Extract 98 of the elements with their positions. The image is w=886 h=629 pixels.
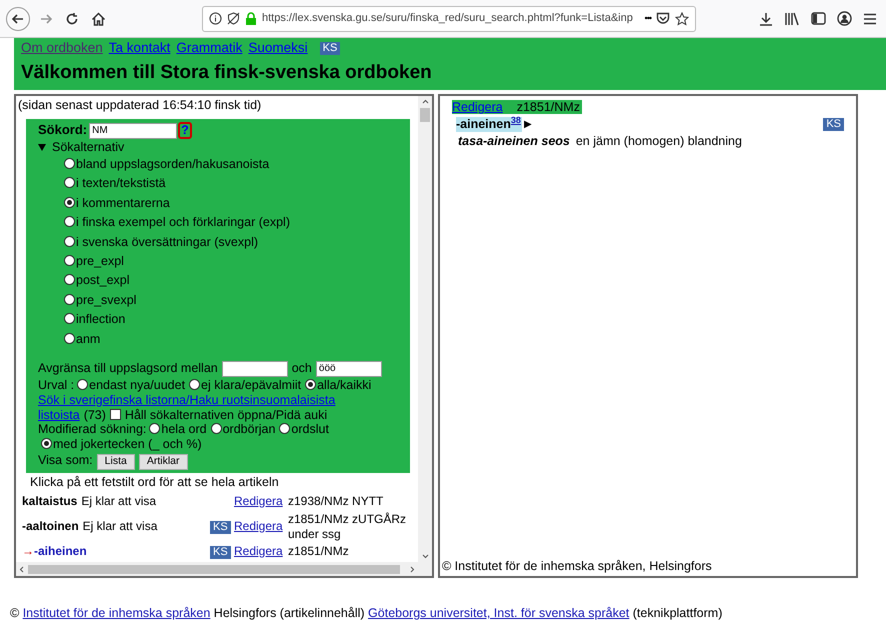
more-actions-icon[interactable]: ••• — [644, 12, 651, 26]
scroll-right-icon[interactable] — [410, 566, 415, 572]
expand-triangle-icon[interactable]: ▶ — [524, 116, 532, 132]
entry-code: z1851/NMz — [516, 100, 580, 114]
footer-text: (teknikplattform) — [632, 606, 722, 620]
instruction-text: Klicka på ett fetstilt ord för att se hela artikeln — [30, 474, 280, 490]
address-bar[interactable]: https://lex.svenska.gu.se/suru/finska_red/suru_search.phtml?funk=Lista&inp ••• — [202, 6, 696, 32]
footer-link[interactable]: Göteborgs universitet, Inst. för svenska språket — [368, 606, 630, 620]
footer-link[interactable]: Institutet för de inhemska språken — [22, 606, 210, 620]
vertical-scrollbar[interactable] — [418, 96, 432, 562]
range-from-field[interactable] — [222, 360, 288, 377]
search-field[interactable]: NM — [89, 122, 178, 139]
option-label: post_expl — [76, 273, 130, 288]
back-icon[interactable] — [6, 6, 30, 30]
entry-info: z1851/NMz — [288, 544, 350, 560]
radio-button[interactable] — [41, 438, 52, 450]
translation-text: en jämn (homogen) blandning — [576, 134, 742, 148]
radio-button[interactable] — [64, 274, 75, 286]
headword: -aineinen$^{38}$ — [456, 116, 522, 132]
option-label: anm — [76, 332, 100, 346]
scroll-left-icon[interactable] — [19, 566, 24, 572]
edit-link[interactable]: Redigera — [234, 519, 283, 534]
radio-button[interactable] — [149, 423, 160, 434]
scroll-down-icon[interactable] — [422, 554, 428, 559]
option-label: inflection — [76, 312, 126, 326]
range-label: Avgränsa till uppslagsord mellan — [38, 361, 218, 376]
selection-label: Urval : — [38, 378, 74, 392]
option-label: ej klara/epävalmiit — [201, 378, 302, 392]
show-as-label: Visa som: — [38, 453, 93, 468]
footer-text: © — [10, 606, 20, 620]
url-text: https://lex.svenska.gu.se/suru/finska_red/suru_search.phtml?funk=Lista&inp — [262, 11, 633, 26]
radio-button[interactable] — [64, 196, 75, 208]
homonym-number-link[interactable]: 38 — [510, 115, 521, 126]
range-and-label: och — [292, 361, 312, 376]
entry-info: z1938/NMz NYTT — [288, 494, 384, 510]
headword-link[interactable]: -aaltoinen — [22, 519, 79, 534]
modified-search-label: Modifierad sökning: — [38, 422, 146, 436]
radio-button[interactable] — [210, 423, 222, 434]
option-label: i finska exempel och förklaringar (expl) — [76, 215, 290, 230]
range-to-field[interactable]: ööö — [316, 360, 382, 377]
option-label: ordbörjan — [222, 422, 276, 436]
option-label: bland uppslagsorden/hakusanoista — [76, 157, 270, 171]
ks-badge: KS — [823, 118, 844, 131]
option-label: i texten/tekstistä — [76, 176, 166, 190]
radio-button[interactable] — [64, 332, 75, 344]
footer-text: Helsingfors (artikelinnehåll) — [214, 606, 365, 620]
option-label: i svenska översättningar (svexpl) — [76, 234, 258, 249]
headword-link[interactable]: -aiheinen — [34, 544, 87, 560]
page-title: Välkommen till Stora finsk-svenska ordboken — [21, 61, 433, 85]
option-label: pre_svexpl — [76, 292, 136, 307]
edit-link[interactable]: Redigera — [234, 494, 283, 508]
radio-button[interactable] — [77, 379, 88, 390]
list-count: (73) — [84, 408, 106, 422]
option-label: pre_expl — [76, 254, 124, 268]
nav-link-text[interactable]: Om ordboken — [21, 39, 103, 57]
option-label: alla/kaikki — [317, 378, 372, 392]
star-icon[interactable] — [675, 12, 689, 26]
radio-button[interactable] — [64, 216, 75, 228]
tracking-protection-icon[interactable] — [227, 12, 240, 25]
pointer-arrow-icon: → — [22, 544, 34, 560]
radio-button[interactable] — [64, 158, 75, 169]
info-icon[interactable] — [209, 12, 222, 25]
search-label: Sökord: — [38, 122, 88, 137]
radio-button[interactable] — [64, 236, 75, 247]
ks-badge: KS — [210, 521, 231, 534]
option-label: ordslut — [291, 422, 329, 436]
radio-button[interactable] — [305, 379, 316, 390]
option-label: i kommentarerna — [76, 196, 170, 210]
radio-button[interactable] — [64, 255, 75, 266]
status-text: Ej klar att visa — [81, 494, 156, 510]
ks-badge: KS — [210, 546, 231, 560]
status-text: Ej klar att visa — [82, 519, 158, 534]
pocket-icon[interactable] — [656, 12, 670, 25]
show-as-button[interactable]: Lista — [96, 454, 135, 470]
radio-button[interactable] — [279, 423, 290, 434]
option-label: hela ord — [161, 422, 207, 436]
option-label: med jokertecken (_ och %) — [53, 437, 202, 452]
scroll-up-icon[interactable] — [422, 99, 428, 104]
checkbox-label: Håll sökalternativen öppna/Pidä auki — [124, 408, 328, 422]
example-phrase: tasa-aineinen seos — [458, 134, 570, 148]
radio-button[interactable] — [64, 313, 75, 324]
option-label: endast nya/uudet — [89, 378, 186, 392]
copyright-text: © Institutet för de inhemska språken, Helsingfors — [441, 558, 713, 574]
disclosure-triangle-icon[interactable] — [38, 144, 46, 150]
horizontal-scrollbar[interactable] — [16, 562, 418, 576]
radio-button[interactable] — [189, 379, 200, 390]
edit-link[interactable]: Redigera — [234, 544, 283, 558]
ks-badge: KS — [320, 42, 340, 54]
options-toggle[interactable]: Sökalternativ — [52, 139, 124, 155]
radio-button[interactable] — [64, 294, 75, 305]
update-notice: (sidan senast uppdaterad 16:54:10 finsk tid) — [18, 98, 262, 113]
show-as-button[interactable]: Artiklar — [138, 454, 188, 470]
scrollbar-thumb[interactable] — [28, 564, 400, 574]
scrollbar-thumb[interactable] — [420, 108, 430, 122]
checkbox[interactable] — [110, 408, 121, 420]
headword-link[interactable]: kaltaistus — [22, 494, 78, 510]
lock-icon — [245, 12, 257, 25]
radio-button[interactable] — [64, 177, 75, 188]
